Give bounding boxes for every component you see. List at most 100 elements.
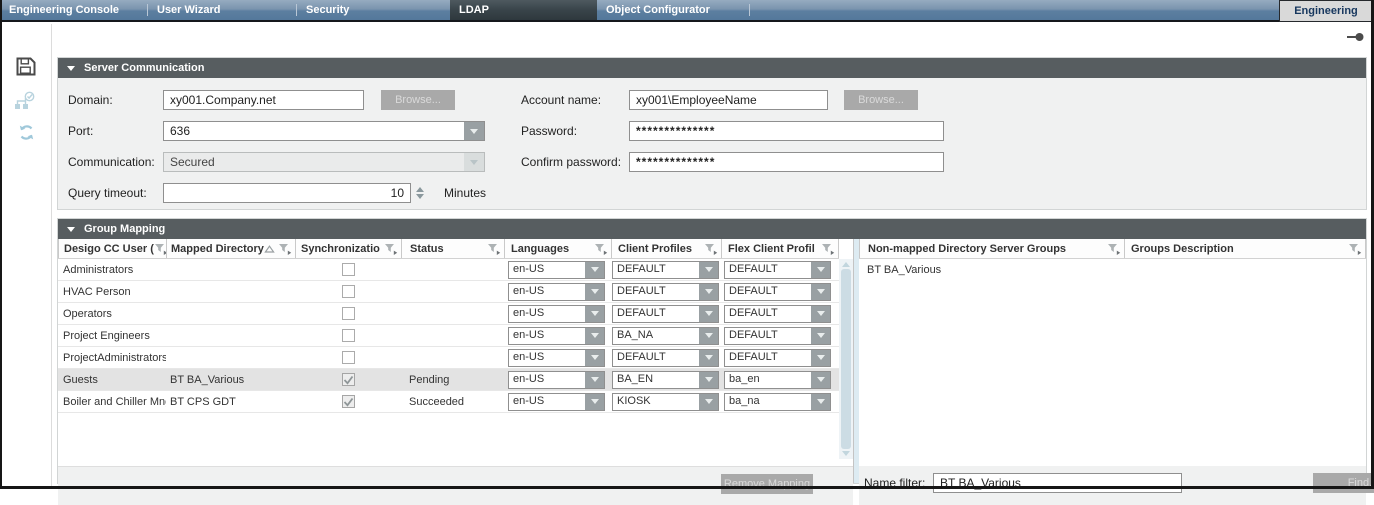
scroll-down-icon[interactable] bbox=[842, 451, 850, 456]
table-row[interactable]: HVAC Personen-USDEFAULTDEFAULT bbox=[58, 281, 839, 303]
language-select-dropdown-button[interactable] bbox=[585, 328, 604, 344]
language-select-dropdown-button[interactable] bbox=[585, 284, 604, 300]
language-select[interactable]: en-US bbox=[508, 393, 605, 411]
language-select-dropdown-button[interactable] bbox=[585, 394, 604, 410]
flex-client-profile-select[interactable]: DEFAULT bbox=[724, 349, 831, 367]
client-profile-select[interactable]: DEFAULT bbox=[612, 349, 719, 367]
language-select[interactable]: en-US bbox=[508, 327, 605, 345]
sync-checkbox[interactable] bbox=[342, 373, 355, 386]
table-row[interactable]: Administratorsen-USDEFAULTDEFAULT bbox=[58, 259, 839, 281]
sync-checkbox[interactable] bbox=[342, 395, 355, 408]
tab-user-wizard[interactable]: User Wizard bbox=[148, 0, 296, 20]
language-select-dropdown-button[interactable] bbox=[585, 372, 604, 388]
vertical-scrollbar[interactable] bbox=[839, 259, 853, 459]
language-select[interactable]: en-US bbox=[508, 349, 605, 367]
table-row[interactable]: Boiler and Chiller MngBT CPS GDTSucceede… bbox=[58, 391, 839, 413]
tab-ldap[interactable]: LDAP bbox=[450, 0, 597, 20]
tab-security[interactable]: Security bbox=[297, 0, 450, 20]
flex-client-profile-select[interactable]: ba_en bbox=[724, 371, 831, 389]
table-row[interactable]: GuestsBT BA_VariousPendingen-USBA_ENba_e… bbox=[58, 369, 839, 391]
engineering-mode-button[interactable]: Engineering bbox=[1279, 0, 1373, 22]
column-header-non-mapped-groups[interactable]: Non-mapped Directory Server Groups bbox=[859, 239, 1124, 258]
remove-mapping-button[interactable]: Remove Mapping bbox=[721, 474, 813, 494]
query-timeout-input[interactable] bbox=[163, 183, 411, 203]
language-select-dropdown-button[interactable] bbox=[585, 350, 604, 366]
filter-icon[interactable] bbox=[154, 243, 166, 255]
column-header-languages[interactable]: Languages bbox=[504, 239, 611, 258]
client-profile-select-dropdown-button[interactable] bbox=[699, 372, 718, 388]
query-timeout-spinner[interactable] bbox=[413, 183, 426, 203]
confirm-password-input[interactable] bbox=[629, 152, 944, 172]
client-profile-select-dropdown-button[interactable] bbox=[699, 284, 718, 300]
filter-icon[interactable] bbox=[821, 243, 835, 255]
column-header-synchronization[interactable]: Synchronizatio bbox=[295, 239, 401, 258]
client-profile-select-dropdown-button[interactable] bbox=[699, 262, 718, 278]
language-select[interactable]: en-US bbox=[508, 261, 605, 279]
flex-client-profile-select-dropdown-button[interactable] bbox=[811, 394, 830, 410]
column-header-groups-description[interactable]: Groups Description bbox=[1124, 239, 1366, 258]
port-combobox[interactable] bbox=[163, 121, 485, 141]
scrollbar-thumb[interactable] bbox=[841, 269, 851, 449]
language-select-dropdown-button[interactable] bbox=[585, 306, 604, 322]
group-mapping-header[interactable]: Group Mapping bbox=[58, 219, 1366, 239]
client-profile-select-dropdown-button[interactable] bbox=[699, 328, 718, 344]
sync-checkbox[interactable] bbox=[342, 307, 355, 320]
language-select[interactable]: en-US bbox=[508, 283, 605, 301]
client-profile-select-dropdown-button[interactable] bbox=[699, 350, 718, 366]
filter-icon[interactable] bbox=[384, 243, 398, 255]
filter-icon[interactable] bbox=[594, 243, 608, 255]
client-profile-select-dropdown-button[interactable] bbox=[699, 306, 718, 322]
filter-icon[interactable] bbox=[278, 243, 292, 255]
flex-client-profile-select-dropdown-button[interactable] bbox=[811, 372, 830, 388]
flex-client-profile-select-dropdown-button[interactable] bbox=[811, 350, 830, 366]
port-input[interactable] bbox=[164, 122, 464, 140]
table-row[interactable]: Operatorsen-USDEFAULTDEFAULT bbox=[58, 303, 839, 325]
table-row[interactable]: Project Engineersen-USBA_NADEFAULT bbox=[58, 325, 839, 347]
flex-client-profile-select-dropdown-button[interactable] bbox=[811, 284, 830, 300]
name-filter-input[interactable] bbox=[933, 473, 1182, 493]
filter-icon[interactable] bbox=[1107, 243, 1121, 255]
table-row[interactable]: ProjectAdministratorsen-USDEFAULTDEFAULT bbox=[58, 347, 839, 369]
language-select[interactable]: en-US bbox=[508, 371, 605, 389]
server-communication-header[interactable]: Server Communication bbox=[58, 58, 1366, 78]
find-button[interactable]: Find... bbox=[1313, 473, 1374, 493]
client-profile-select[interactable]: DEFAULT bbox=[612, 261, 719, 279]
client-profile-select-dropdown-button[interactable] bbox=[699, 394, 718, 410]
sync-checkbox[interactable] bbox=[342, 351, 355, 364]
client-profile-select[interactable]: DEFAULT bbox=[612, 283, 719, 301]
column-header-flex-client-profile[interactable]: Flex Client Profil bbox=[721, 239, 839, 258]
column-header-client-profiles[interactable]: Client Profiles bbox=[611, 239, 721, 258]
column-header-mapped-directory[interactable]: Mapped Directory bbox=[166, 239, 295, 258]
port-dropdown-button[interactable] bbox=[464, 122, 484, 140]
flex-client-profile-select-dropdown-button[interactable] bbox=[811, 306, 830, 322]
filter-icon[interactable] bbox=[1348, 243, 1362, 255]
sync-checkbox[interactable] bbox=[342, 285, 355, 298]
account-browse-button[interactable]: Browse... bbox=[844, 90, 918, 110]
password-input[interactable] bbox=[629, 121, 944, 141]
flex-client-profile-select-dropdown-button[interactable] bbox=[811, 262, 830, 278]
filter-icon[interactable] bbox=[487, 243, 501, 255]
language-select-dropdown-button[interactable] bbox=[585, 262, 604, 278]
sync-checkbox[interactable] bbox=[342, 329, 355, 342]
tab-engineering-console[interactable]: Engineering Console bbox=[0, 0, 147, 20]
flex-client-profile-select[interactable]: DEFAULT bbox=[724, 261, 831, 279]
client-profile-select[interactable]: BA_NA bbox=[612, 327, 719, 345]
tab-object-configurator[interactable]: Object Configurator bbox=[597, 0, 749, 20]
scroll-up-icon[interactable] bbox=[842, 262, 850, 267]
flex-client-profile-select[interactable]: ba_na bbox=[724, 393, 831, 411]
language-select[interactable]: en-US bbox=[508, 305, 605, 323]
pin-icon[interactable] bbox=[1347, 29, 1364, 47]
domain-input[interactable] bbox=[163, 90, 364, 110]
column-header-desigo-user[interactable]: Desigo CC User ( bbox=[58, 239, 166, 258]
client-profile-select[interactable]: KIOSK bbox=[612, 393, 719, 411]
flex-client-profile-select-dropdown-button[interactable] bbox=[811, 328, 830, 344]
filter-icon[interactable] bbox=[704, 243, 718, 255]
client-profile-select[interactable]: BA_EN bbox=[612, 371, 719, 389]
flex-client-profile-select[interactable]: DEFAULT bbox=[724, 305, 831, 323]
account-name-input[interactable] bbox=[629, 90, 828, 110]
sync-checkbox[interactable] bbox=[342, 263, 355, 276]
validate-connection-button[interactable] bbox=[13, 90, 39, 114]
table-row[interactable]: BT BA_Various bbox=[859, 259, 1366, 281]
client-profile-select[interactable]: DEFAULT bbox=[612, 305, 719, 323]
flex-client-profile-select[interactable]: DEFAULT bbox=[724, 283, 831, 301]
